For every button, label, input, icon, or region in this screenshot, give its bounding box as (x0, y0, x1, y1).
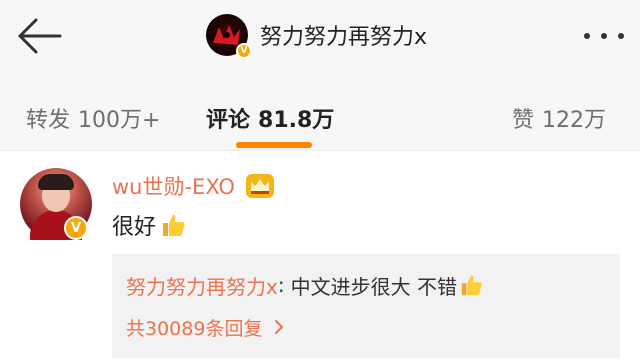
more-dot-icon (584, 33, 590, 39)
tab-comments[interactable]: 评论 81.8万 (206, 102, 334, 134)
reply-count-label: 共30089条回复 (126, 317, 263, 340)
tab-likes-label: 赞 (512, 108, 535, 133)
reply-item: 努力努力再努力x: 中文进步很大 不错 (126, 270, 483, 300)
verified-badge-icon: V (236, 43, 252, 59)
tab-likes[interactable]: 赞 122万 (512, 102, 606, 134)
more-dot-icon (618, 33, 624, 39)
tab-reposts[interactable]: 转发 100万+ (26, 102, 160, 134)
account-avatar[interactable]: V (206, 14, 252, 59)
verified-badge-icon: V (64, 216, 88, 240)
account-header[interactable]: V 努力努力再努力x (206, 12, 427, 59)
tab-comments-label: 评论 (206, 108, 251, 133)
tab-reposts-count: 100万+ (78, 108, 161, 133)
more-dot-icon (601, 33, 607, 39)
avatar-hair (38, 174, 74, 190)
account-name[interactable]: 努力努力再努力x (260, 19, 427, 51)
reply-separator: : (277, 273, 285, 297)
back-button[interactable] (14, 16, 64, 56)
reply-preview[interactable]: 努力努力再努力x: 中文进步很大 不错 共30089条回复 (112, 254, 620, 358)
tab-comments-count: 81.8万 (258, 108, 335, 133)
comment-header: wu世勋-EXO (112, 172, 275, 200)
tab-likes-count: 122万 (542, 108, 607, 133)
commenter-username[interactable]: wu世勋-EXO (112, 171, 235, 201)
active-tab-indicator (236, 142, 312, 148)
back-arrow-icon (18, 18, 62, 54)
top-bar: V 努力努力再努力x (0, 0, 640, 78)
weibo-comment-page: V 努力努力再努力x 转发 100万+ 评论 81.8万 赞 122万 V wu世勋-… (0, 0, 640, 362)
comment-text: 很好 (112, 215, 157, 240)
reply-text: 中文进步很大 不错 (290, 274, 457, 299)
reply-author[interactable]: 努力努力再努力x (126, 271, 278, 300)
view-all-replies-link[interactable]: 共30089条回复 (126, 312, 284, 342)
divider (0, 150, 640, 151)
comment-body: 很好 (112, 210, 186, 240)
thumbs-up-icon (461, 275, 482, 296)
tab-reposts-label: 转发 (26, 108, 71, 133)
crown-icon (245, 174, 274, 198)
more-options-button[interactable] (584, 28, 624, 44)
thumbs-up-icon (163, 214, 185, 236)
chevron-right-icon (275, 320, 284, 334)
tab-bar: 转发 100万+ 评论 81.8万 赞 122万 (0, 78, 640, 150)
